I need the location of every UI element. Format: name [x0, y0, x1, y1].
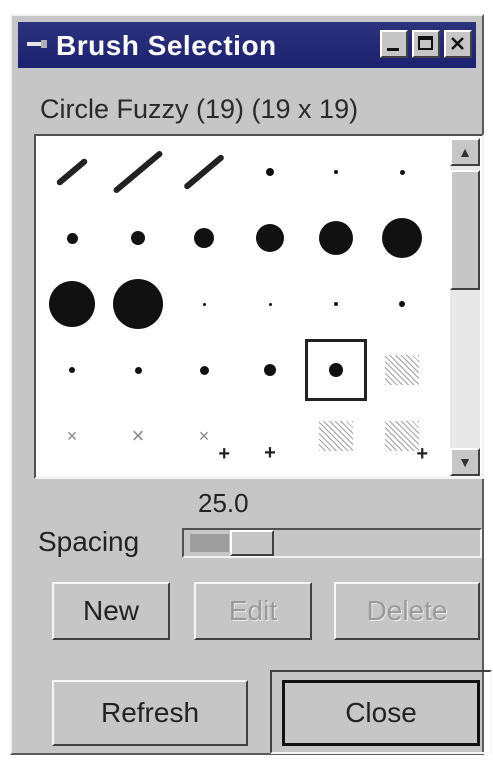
brush-cell[interactable] — [106, 140, 170, 204]
brush-cell[interactable] — [40, 272, 104, 336]
maximize-button[interactable] — [412, 30, 440, 58]
brush-preview: × — [66, 425, 78, 446]
brush-preview — [49, 281, 95, 327]
brush-cell[interactable] — [370, 272, 434, 336]
brush-preview — [112, 149, 164, 195]
brush-preview — [69, 367, 75, 373]
brush-preview — [134, 366, 142, 374]
brush-cell[interactable] — [40, 206, 104, 270]
brush-preview — [182, 153, 226, 191]
brush-cell[interactable]: + — [370, 404, 434, 468]
spacing-slider-thumb[interactable] — [230, 530, 274, 556]
brush-cell[interactable] — [106, 338, 170, 402]
brush-preview — [399, 169, 405, 175]
brush-cell[interactable] — [238, 338, 302, 402]
brush-cell[interactable] — [238, 140, 302, 204]
brush-preview — [268, 302, 272, 306]
brush-cell[interactable] — [304, 206, 368, 270]
brush-preview — [256, 224, 284, 252]
brush-window-icon — [27, 40, 47, 48]
brush-preview: + — [264, 441, 276, 464]
brush-cell[interactable] — [172, 338, 236, 402]
new-button[interactable]: New — [52, 582, 170, 640]
brush-cell[interactable] — [304, 338, 368, 402]
edit-button[interactable]: Edit — [194, 582, 312, 640]
scroll-down-button[interactable]: ▼ — [450, 448, 480, 476]
brush-cell[interactable]: × — [106, 404, 170, 468]
brush-plus-marker: + — [218, 443, 230, 465]
title-bar[interactable]: Brush Selection — [18, 22, 476, 68]
brush-cell[interactable] — [172, 206, 236, 270]
brush-cell[interactable] — [172, 272, 236, 336]
close-icon — [451, 37, 464, 50]
brush-cell[interactable] — [106, 206, 170, 270]
brush-plus-marker: + — [416, 443, 428, 465]
maximize-icon — [418, 36, 433, 50]
brush-cell[interactable] — [238, 206, 302, 270]
spacing-label: Spacing — [38, 526, 140, 557]
brush-preview — [113, 279, 163, 329]
scroll-up-button[interactable]: ▲ — [450, 138, 480, 166]
brush-preview — [131, 231, 145, 245]
brush-cell[interactable]: × — [40, 404, 104, 468]
brush-cell[interactable] — [370, 206, 434, 270]
scroll-up-arrow-icon: ▲ — [458, 144, 472, 160]
brush-cell[interactable] — [304, 272, 368, 336]
delete-button[interactable]: Delete — [334, 582, 480, 640]
brush-preview — [319, 221, 353, 255]
brush-name-label: Circle Fuzzy (19) (19 x 19) — [40, 94, 359, 124]
brush-selection-window: Brush Selection Circle Fuzzy (19) (19 x … — [10, 14, 492, 755]
close-button[interactable]: Close — [282, 680, 480, 746]
brush-preview — [66, 232, 78, 244]
close-window-button[interactable] — [444, 30, 472, 58]
refresh-button[interactable]: Refresh — [52, 680, 248, 746]
brush-cell[interactable]: + — [238, 404, 302, 468]
brush-cell[interactable] — [172, 140, 236, 204]
minimize-icon — [387, 48, 399, 51]
minimize-button[interactable] — [380, 30, 408, 58]
spacing-value: 25.0 — [198, 488, 249, 518]
brush-preview — [199, 365, 209, 375]
spacing-slider-fill — [190, 534, 229, 552]
brush-preview — [399, 301, 405, 307]
brush-preview — [385, 355, 419, 385]
brush-preview: × — [198, 425, 210, 446]
brush-preview — [264, 364, 276, 376]
brush-cell[interactable]: × + — [172, 404, 236, 468]
brush-preview — [305, 339, 367, 401]
brush-preview — [334, 302, 338, 306]
brush-cell[interactable] — [370, 140, 434, 204]
brush-preview — [334, 170, 338, 174]
brush-preview: × — [131, 423, 145, 448]
brush-grid: × × × + + + ▲ ▼ — [34, 134, 484, 479]
spacing-slider[interactable] — [182, 528, 482, 558]
brush-cell[interactable] — [40, 140, 104, 204]
brush-preview — [382, 218, 422, 258]
brush-preview — [55, 157, 89, 187]
brush-preview — [194, 228, 214, 248]
scroll-thumb[interactable] — [450, 170, 480, 290]
grid-scrollbar[interactable]: ▲ ▼ — [450, 138, 480, 476]
brush-preview — [266, 168, 274, 176]
window-title: Brush Selection — [56, 30, 277, 61]
brush-cell[interactable] — [238, 272, 302, 336]
brush-cell[interactable] — [40, 338, 104, 402]
scroll-down-arrow-icon: ▼ — [458, 454, 472, 470]
brush-cell[interactable] — [304, 140, 368, 204]
brush-grid-cells: × × × + + + — [38, 138, 448, 476]
brush-cell[interactable] — [304, 404, 368, 468]
brush-preview — [319, 421, 353, 451]
brush-preview — [385, 421, 419, 451]
brush-cell[interactable] — [370, 338, 434, 402]
brush-cell[interactable] — [106, 272, 170, 336]
brush-preview — [202, 302, 206, 306]
